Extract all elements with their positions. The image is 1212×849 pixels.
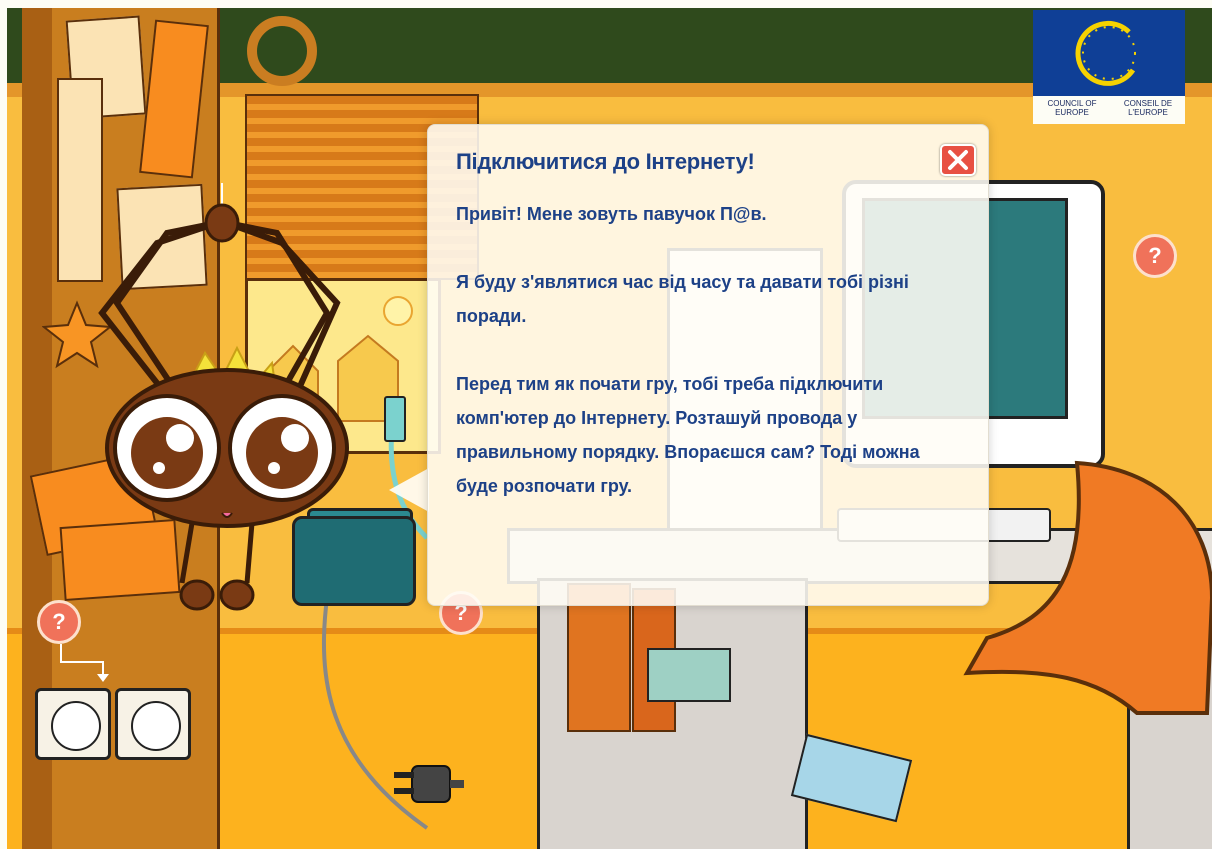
wall-socket-right[interactable]	[115, 688, 191, 760]
game-scene: ? ? ? COUNCIL OF EUROPE CONSEIL DE L'EUR…	[7, 8, 1212, 849]
orange-chair	[963, 460, 1212, 715]
wall-swirl-decoration	[247, 16, 317, 86]
council-of-europe-logo	[1033, 10, 1185, 96]
power-plug-icon[interactable]	[392, 760, 466, 808]
pointer-arrow-icon	[60, 644, 109, 682]
dialog-close-button[interactable]	[940, 144, 976, 176]
dialog-paragraph-instructions: Перед тим як почати гру, тобі треба підк…	[456, 374, 920, 496]
dialog-paragraph-intro: Я буду з'являтися час від часу та давати…	[456, 272, 909, 326]
logo-caption-fr: CONSEIL DE L'EUROPE	[1123, 99, 1173, 117]
wall-socket-left[interactable]	[35, 688, 111, 760]
help-hotspot-sockets[interactable]: ?	[37, 600, 81, 644]
close-x-icon	[948, 150, 968, 170]
dialog-title: Підключитися до Інтернету!	[456, 149, 755, 174]
hint-dialog: Підключитися до Інтернету! Привіт! Мене …	[427, 124, 989, 606]
help-hotspot-monitor[interactable]: ?	[1133, 234, 1177, 278]
eu-stars-emblem-icon	[1075, 20, 1136, 86]
logo-caption-en: COUNCIL OF EUROPE	[1047, 99, 1097, 117]
socket-face-icon	[131, 701, 181, 751]
dialog-pointer	[389, 468, 429, 512]
dialog-paragraph-greeting: Привіт! Мене зовуть павучок П@в.	[456, 204, 767, 224]
spider-pav-character[interactable]	[87, 183, 367, 623]
logo-caption: COUNCIL OF EUROPE CONSEIL DE L'EUROPE	[1033, 96, 1185, 124]
socket-face-icon	[51, 701, 101, 751]
dialog-body: Привіт! Мене зовуть павучок П@в. Я буду …	[456, 197, 956, 503]
disc-stack	[647, 648, 731, 702]
ethernet-cable-plug[interactable]	[384, 396, 406, 442]
wall-sockets[interactable]	[35, 688, 193, 760]
